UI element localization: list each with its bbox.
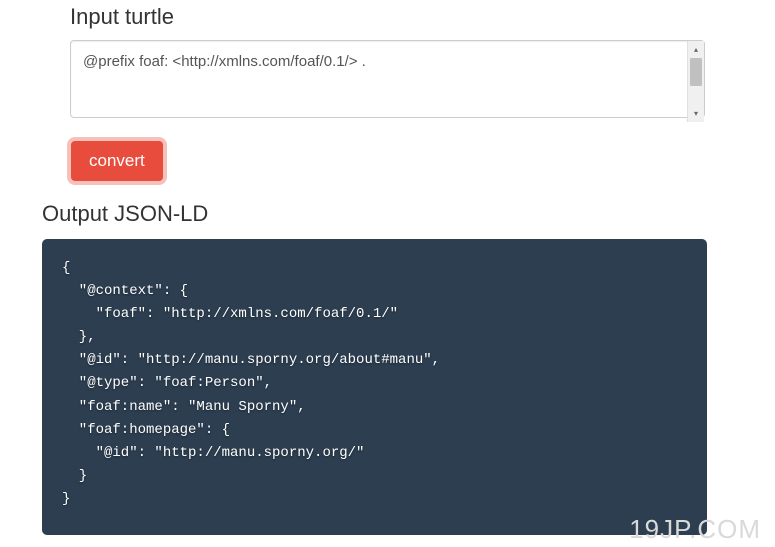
convert-button[interactable]: convert <box>71 141 163 181</box>
input-heading: Input turtle <box>70 4 705 30</box>
input-textarea-wrapper: ▴ ▾ <box>70 40 705 123</box>
scroll-track-space <box>688 86 704 105</box>
scroll-up-arrow[interactable]: ▴ <box>688 41 704 58</box>
watermark: 19JP.COM <box>629 514 761 545</box>
output-heading: Output JSON-LD <box>42 201 705 227</box>
turtle-input[interactable] <box>70 40 705 118</box>
scrollbar[interactable]: ▴ ▾ <box>687 41 704 122</box>
scroll-thumb[interactable] <box>690 58 702 86</box>
scroll-down-arrow[interactable]: ▾ <box>688 105 704 122</box>
output-code-block: { "@context": { "foaf": "http://xmlns.co… <box>42 239 707 535</box>
